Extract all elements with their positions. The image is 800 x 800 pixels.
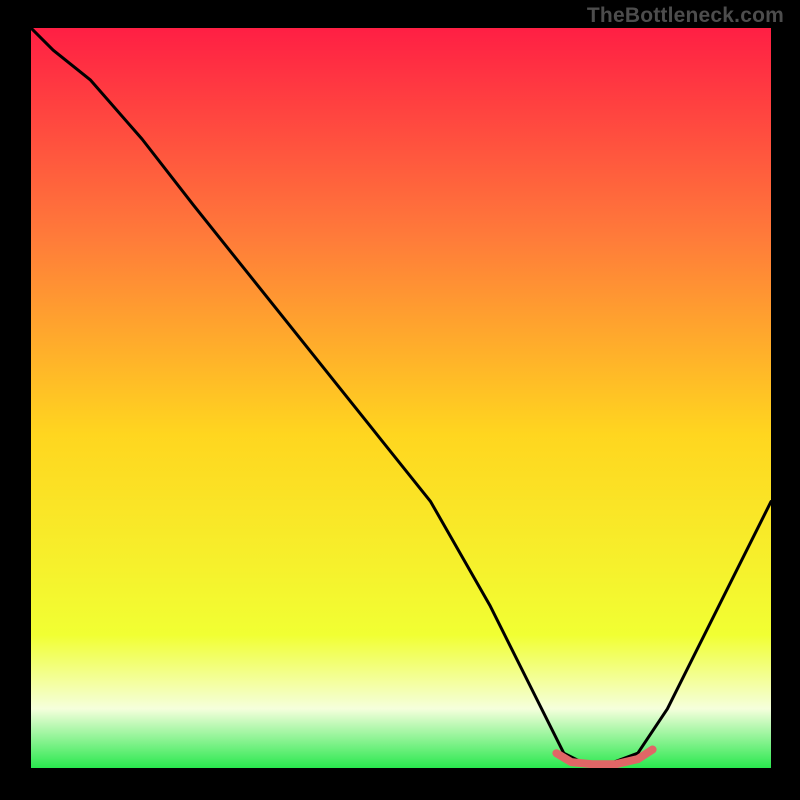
watermark-text: TheBottleneck.com [587, 4, 784, 28]
chart-svg [31, 28, 771, 768]
outer-frame: TheBottleneck.com [0, 0, 800, 800]
plot-area [31, 28, 771, 768]
